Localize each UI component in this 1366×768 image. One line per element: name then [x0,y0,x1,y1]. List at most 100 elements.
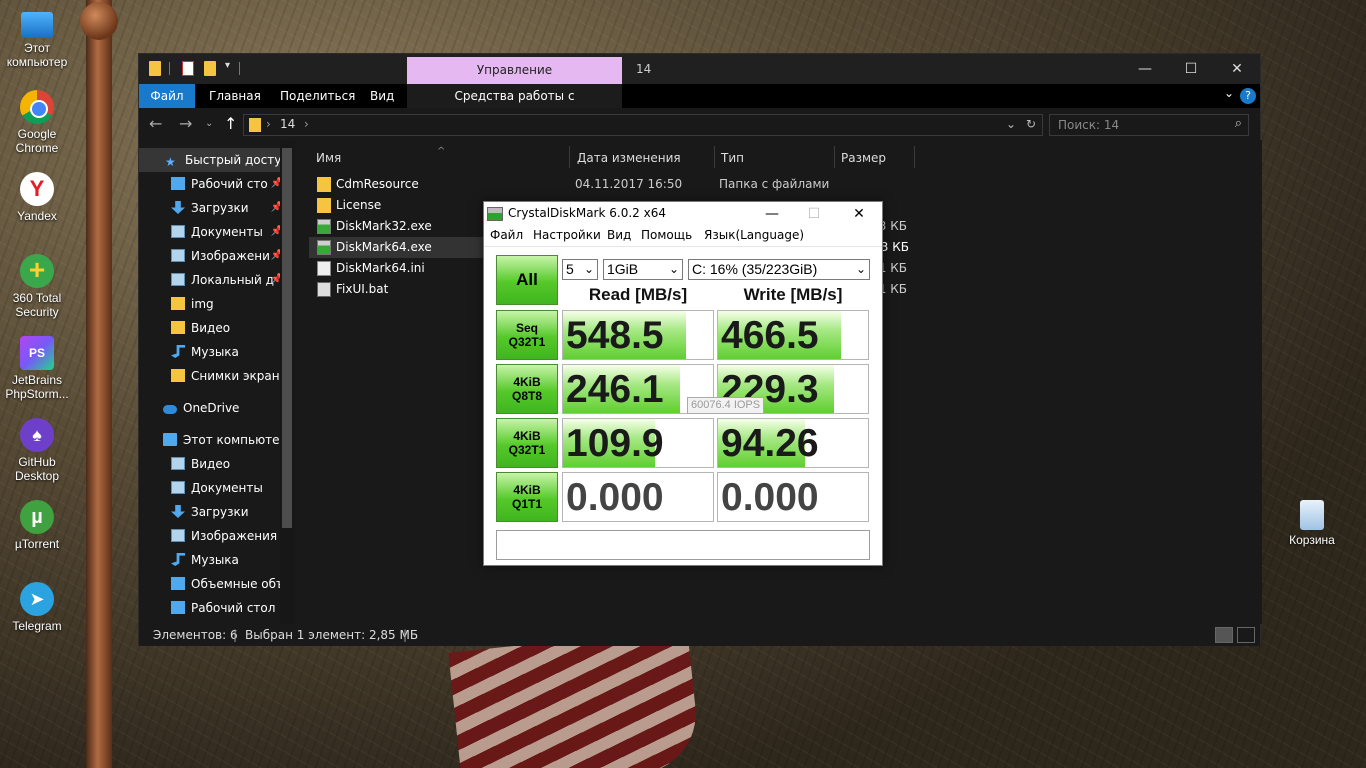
nav-item-label: Музыка [191,345,239,359]
column-header-type[interactable]: Тип [721,146,744,170]
test-label-line2: Q8T8 [511,389,542,403]
desktop-icon-utorrent[interactable]: µ µTorrent [0,500,74,551]
desktop-icon-github-desktop[interactable]: ♠ GitHub Desktop [0,418,74,483]
desktop-folder-icon [171,177,185,190]
test-button-4kib-q1t1[interactable]: 4KiB Q1T1 [496,472,558,522]
help-button[interactable]: ? [1240,88,1256,104]
read-result-value: 548.5 [566,314,664,357]
breadcrumb-item[interactable]: 14 [280,117,295,131]
search-box[interactable]: Поиск: 14 ⌕ [1049,114,1249,136]
back-arrow-icon[interactable]: ← [149,114,162,133]
up-arrow-icon[interactable]: ↑ [224,114,237,133]
minimize-button[interactable]: — [1122,54,1168,84]
close-button[interactable]: ✕ [839,202,879,226]
column-header-name[interactable]: Имя [316,146,341,170]
address-history-chevron-icon[interactable]: ⌄ [1006,117,1016,131]
column-divider[interactable] [714,146,715,168]
search-input[interactable]: Поиск: 14 [1058,118,1119,132]
column-divider[interactable] [914,146,915,168]
properties-icon[interactable] [182,61,194,76]
maximize-button[interactable]: ☐ [1168,54,1214,84]
desktop-icon-this-pc[interactable]: Этот компьютер [0,8,74,69]
desktop-icon-360-security[interactable]: + 360 Total Security [0,254,74,319]
scrollbar-thumb[interactable] [282,148,292,528]
test-button-4kib-q32t1[interactable]: 4KiB Q32T1 [496,418,558,468]
read-result-value: 246.1 [566,368,664,411]
explorer-titlebar[interactable]: ▾ Управление 14 — ☐ ✕ [139,54,1260,84]
pictures-icon [171,529,185,542]
menu-settings[interactable]: Настройки [533,228,601,242]
nav-item-pc-3d-objects[interactable]: Объемные объ [139,572,289,596]
nav-item-screenshots[interactable]: Снимки экрана [139,364,289,388]
expand-ribbon-chevron-icon[interactable]: ⌄ [1224,86,1234,100]
tab-share[interactable]: Поделиться [280,84,355,108]
desktop-icon-recycle-bin[interactable]: Корзина [1275,500,1349,547]
menu-help[interactable]: Помощь [641,228,692,242]
nav-item-pc-pictures[interactable]: Изображения [139,524,289,548]
iops-tooltip: 60076.4 IOPS [687,397,765,414]
nav-item-documents[interactable]: Документы 📌 [139,220,289,244]
nav-item-pictures[interactable]: Изображени 📌 [139,244,289,268]
column-divider[interactable] [834,146,835,168]
new-folder-icon[interactable] [204,61,216,76]
desktop-icon-yandex[interactable]: Y Yandex [0,172,74,223]
large-icons-view-icon[interactable] [1237,627,1255,643]
nav-item-downloads[interactable]: Загрузки 📌 [139,196,289,220]
file-size: 3 КБ [880,240,909,254]
selection-info: Выбран 1 элемент: 2,85 МБ [245,628,419,642]
refresh-icon[interactable]: ↻ [1026,117,1036,131]
tab-view[interactable]: Вид [370,84,394,108]
nav-item-pc-videos[interactable]: Видео [139,452,289,476]
nav-quick-access[interactable]: ★ Быстрый доступ [139,148,289,172]
test-label-line1: 4KiB [513,375,541,389]
nav-item-img[interactable]: img [139,292,289,316]
test-button-seq-q32t1[interactable]: Seq Q32T1 [496,310,558,360]
test-label-line1: 4KiB [513,429,541,443]
cdm-titlebar[interactable]: CrystalDiskMark 6.0.2 x64 — ☐ ✕ [484,202,882,226]
file-row[interactable]: CdmResource 04.11.2017 16:50 Папка с фай… [309,174,1249,195]
recent-locations-chevron-icon[interactable]: ⌄ [205,118,213,129]
nav-item-pc-downloads[interactable]: Загрузки [139,500,289,524]
close-button[interactable]: ✕ [1214,54,1260,84]
chrome-icon [20,90,54,124]
menu-file[interactable]: Файл [490,228,523,242]
nav-pane-scrollbar[interactable] [280,140,295,624]
details-view-icon[interactable] [1215,627,1233,643]
desktop-icon-phpstorm[interactable]: PS JetBrains PhpStorm... [0,336,74,401]
desktop-icon-telegram[interactable]: ➤ Telegram [0,582,74,633]
tab-manage[interactable]: Управление [407,57,622,84]
minimize-button[interactable]: — [752,202,792,226]
menu-language[interactable]: Язык(Language) [704,228,804,242]
write-result-value: 94.26 [721,422,819,465]
nav-item-local-disk[interactable]: Локальный д 📌 [139,268,289,292]
menu-view[interactable]: Вид [607,228,631,242]
address-bar[interactable]: › 14 › ⌄ ↻ [243,114,1043,136]
tab-home[interactable]: Главная [209,84,261,108]
forward-arrow-icon[interactable]: → [179,114,192,133]
nav-item-desktop[interactable]: Рабочий сто 📌 [139,172,289,196]
drive-select[interactable]: C: 16% (35/223GiB) ⌄ [688,259,870,280]
test-size-select[interactable]: 1GiB ⌄ [603,259,683,280]
test-button-4kib-q8t8[interactable]: 4KiB Q8T8 [496,364,558,414]
nav-item-label: Быстрый доступ [185,153,289,167]
tab-app-tools[interactable]: Средства работы с приложениями [407,84,622,127]
nav-item-label: OneDrive [183,401,240,415]
test-count-select[interactable]: 5 ⌄ [562,259,598,280]
tab-file[interactable]: Файл [139,84,195,108]
nav-item-pc-music[interactable]: Музыка [139,548,289,572]
nav-item-this-pc[interactable]: Этот компьютер [139,428,289,452]
write-result-value: 466.5 [721,314,819,357]
nav-item-pc-desktop[interactable]: Рабочий стол [139,596,289,620]
column-header-date[interactable]: Дата изменения [577,146,681,170]
nav-item-music[interactable]: Музыка [139,340,289,364]
customize-toolbar-chevron-icon[interactable]: ▾ [225,60,230,71]
column-header-size[interactable]: Размер [841,146,886,170]
nav-item-pc-documents[interactable]: Документы [139,476,289,500]
run-all-button[interactable]: All [496,255,558,305]
desktop-icon-chrome[interactable]: Google Chrome [0,90,74,155]
file-row-selected[interactable]: DiskMark64.exe [309,237,493,258]
comment-input[interactable] [496,530,870,560]
nav-item-onedrive[interactable]: OneDrive [139,396,289,420]
column-divider[interactable] [569,146,570,168]
nav-item-video[interactable]: Видео [139,316,289,340]
